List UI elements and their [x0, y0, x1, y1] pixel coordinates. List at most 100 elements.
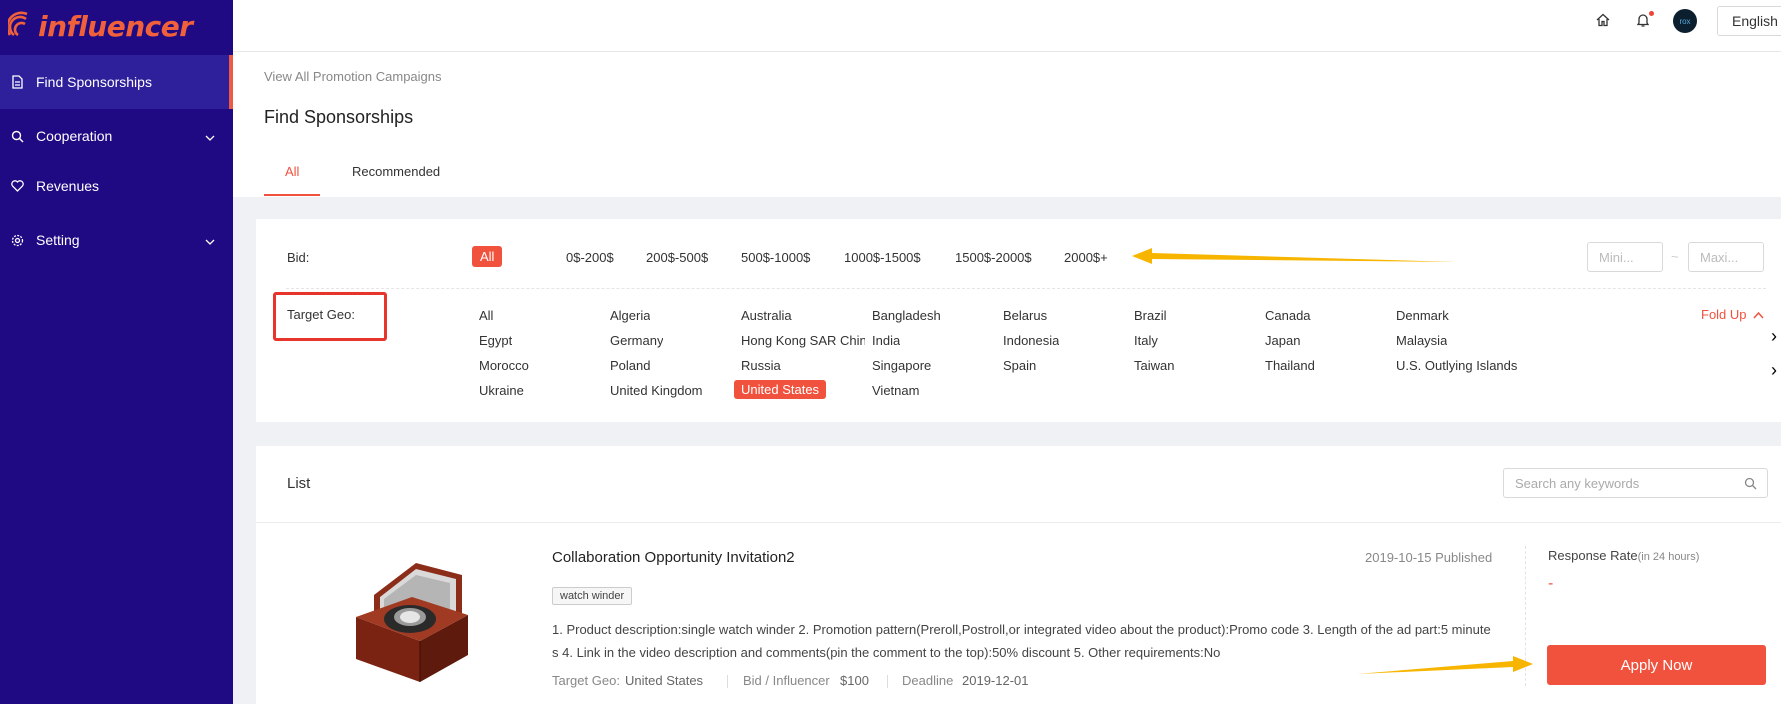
product-image[interactable] [336, 557, 481, 685]
search-icon [10, 129, 24, 143]
geo-option[interactable]: Indonesia [1003, 333, 1059, 348]
column-divider [1525, 546, 1526, 686]
bid-min-input[interactable]: Mini... [1587, 242, 1663, 272]
bid-option-200-500[interactable]: 200$-500$ [646, 250, 708, 265]
geo-option[interactable]: Hong Kong SAR China [741, 333, 865, 348]
tab-recommended[interactable]: Recommended [352, 164, 440, 179]
document-icon [10, 75, 24, 89]
bid-option-all[interactable]: All [472, 246, 503, 267]
notification-dot [1649, 11, 1654, 16]
bid-option-0-200[interactable]: 0$-200$ [566, 250, 614, 265]
geo-option[interactable]: U.S. Outlying Islands [1396, 358, 1520, 373]
geo-option[interactable]: Vietnam [872, 383, 919, 398]
item-title[interactable]: Collaboration Opportunity Invitation2 [552, 549, 795, 566]
geo-option[interactable]: Spain [1003, 358, 1036, 373]
logo-text: influencer [38, 9, 193, 43]
avatar-text: rox [1679, 16, 1691, 26]
meta-separator [887, 675, 888, 688]
sidebar-item-setting[interactable]: Setting [0, 213, 233, 267]
list-title: List [287, 475, 311, 492]
filter-divider [286, 288, 1766, 289]
geo-option[interactable]: Denmark [1396, 308, 1449, 323]
geo-option[interactable]: Brazil [1134, 308, 1167, 323]
response-rate-text: Response Rate [1548, 548, 1638, 563]
meta-deadline-value: 2019-12-01 [962, 673, 1029, 688]
list-panel: List Search any keywords Collaboration O… [256, 446, 1781, 704]
search-input[interactable]: Search any keywords [1503, 468, 1768, 498]
response-rate-value: - [1548, 575, 1554, 592]
bid-option-2000-plus[interactable]: 2000$+ [1064, 250, 1108, 265]
meta-deadline-label: Deadline [902, 673, 954, 688]
avatar[interactable]: rox [1673, 9, 1697, 33]
sidebar-item-label: Cooperation [36, 128, 113, 144]
search-icon[interactable] [1744, 477, 1757, 493]
meta-separator [727, 675, 728, 688]
geo-option[interactable]: Thailand [1265, 358, 1315, 373]
geo-option[interactable]: Japan [1265, 333, 1300, 348]
heart-icon [10, 179, 24, 193]
bid-max-input[interactable]: Maxi... [1688, 242, 1764, 272]
sidebar-item-label: Revenues [36, 178, 100, 194]
meta-bid-value: $100 [840, 673, 869, 688]
list-divider [256, 522, 1781, 523]
geo-option[interactable]: Algeria [610, 308, 650, 323]
geo-option[interactable]: United Kingdom [610, 383, 703, 398]
bid-filter-label: Bid: [287, 250, 310, 265]
geo-option[interactable]: Egypt [479, 333, 512, 348]
tab-all[interactable]: All [285, 164, 299, 179]
publish-date: 2019-10-15 Published [1365, 550, 1493, 565]
sidebar-item-find-sponsorships[interactable]: Find Sponsorships [0, 55, 233, 109]
geo-option[interactable]: Malaysia [1396, 333, 1447, 348]
active-tab-indicator [264, 194, 320, 196]
app-logo[interactable]: influencer [8, 4, 193, 48]
bid-option-1000-1500[interactable]: 1000$-1500$ [844, 250, 921, 265]
geo-option[interactable]: Morocco [479, 358, 529, 373]
home-icon[interactable] [1595, 12, 1613, 30]
geo-option[interactable]: All [479, 308, 493, 323]
range-separator: ~ [1671, 249, 1679, 264]
meta-geo-value: United States [625, 673, 704, 688]
geo-option[interactable]: Russia [741, 358, 781, 373]
highlight-box-annotation [273, 292, 387, 341]
language-select[interactable]: English [1717, 6, 1781, 36]
geo-option[interactable]: Ukraine [479, 383, 524, 398]
meta-bid-label: Bid / Influencer [743, 673, 830, 688]
response-rate-sub: (in 24 hours) [1637, 551, 1700, 563]
sidebar-item-label: Find Sponsorships [36, 74, 152, 90]
breadcrumb[interactable]: View All Promotion Campaigns [264, 69, 442, 84]
sidebar: influencer Find Sponsorships Cooperation… [0, 0, 233, 704]
item-tag: watch winder [552, 587, 633, 605]
page-header: View All Promotion Campaigns Find Sponso… [233, 52, 1781, 197]
logo-signal-icon [8, 11, 28, 37]
meta-geo-label: Target Geo: [552, 673, 620, 688]
response-rate-label: Response Rate(in 24 hours) [1548, 548, 1699, 563]
apply-now-button[interactable]: Apply Now [1547, 645, 1766, 685]
fold-up-label: Fold Up [1701, 307, 1747, 322]
geo-option[interactable]: Germany [610, 333, 663, 348]
geo-option[interactable]: India [872, 333, 900, 348]
geo-option[interactable]: Taiwan [1134, 358, 1174, 373]
chevron-down-icon [205, 128, 215, 144]
bid-option-500-1000[interactable]: 500$-1000$ [741, 250, 810, 265]
geo-option[interactable]: Singapore [872, 358, 931, 373]
item-description: 1. Product description:single watch wind… [552, 622, 1491, 660]
search-placeholder: Search any keywords [1515, 475, 1640, 491]
chevron-up-icon [1753, 311, 1764, 319]
fold-up-toggle[interactable]: Fold Up [1701, 307, 1764, 322]
geo-option-selected[interactable]: United States [734, 380, 827, 399]
geo-option[interactable]: Canada [1265, 308, 1311, 323]
geo-option[interactable]: Belarus [1003, 308, 1047, 323]
chevron-right-icon[interactable]: › [1771, 360, 1777, 381]
filter-panel: Bid: All 0$-200$ 200$-500$ 500$-1000$ 10… [256, 219, 1781, 422]
geo-option[interactable]: Italy [1134, 333, 1158, 348]
geo-option[interactable]: Australia [741, 308, 792, 323]
bid-option-1500-2000[interactable]: 1500$-2000$ [955, 250, 1032, 265]
sidebar-item-revenues[interactable]: Revenues [0, 159, 233, 213]
chevron-right-icon[interactable]: › [1771, 326, 1777, 347]
geo-option[interactable]: Bangladesh [872, 308, 941, 323]
page-title: Find Sponsorships [264, 107, 414, 127]
gear-icon [10, 233, 24, 247]
geo-option[interactable]: Poland [610, 358, 650, 373]
chevron-down-icon [205, 232, 215, 248]
sidebar-item-cooperation[interactable]: Cooperation [0, 109, 233, 163]
